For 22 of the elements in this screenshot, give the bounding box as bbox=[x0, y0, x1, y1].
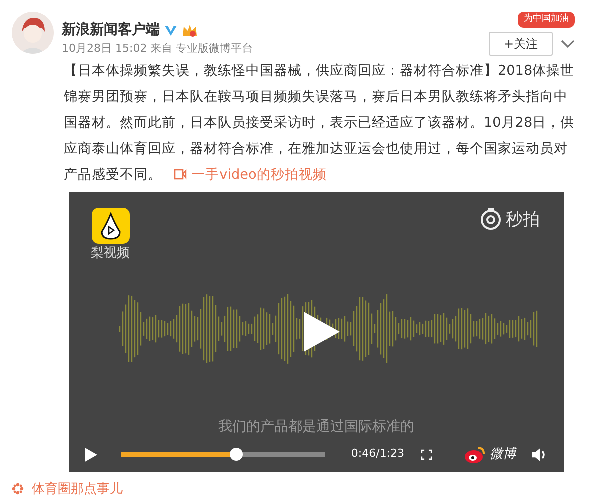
weibo-logo-icon bbox=[464, 446, 486, 464]
video-subtitle: 我们的产品都是通过国际标准的 bbox=[218, 418, 414, 434]
camera-icon bbox=[480, 208, 502, 230]
watermark: 秒拍 bbox=[506, 208, 540, 232]
pear-logo-icon bbox=[92, 208, 130, 244]
play-icon[interactable] bbox=[302, 310, 342, 354]
crown-icon bbox=[182, 24, 198, 38]
post-meta: 10月28日 15:02 来自 专业版微博平台 bbox=[62, 41, 254, 57]
post-text: 【日本体操频繁失误，教练怪中国器械，供应商回应：器材符合标准】2018体操世锦赛男团预赛，日本队在鞍马项目频频失误落马，赛后日本男队教练将矛头指向中国器材。然而此前，日本队员接受采访时，表示已经适应了该器材。10月28日，供应商泰山体育回应，器材符合标准，在雅加达亚运会也使用过，每个国家运动员对产品感受不同。 一手video的秒拍视频 bbox=[63, 62, 575, 184]
author-name[interactable]: 新浪新闻客户端 bbox=[62, 20, 160, 41]
time-display: 0:46/1:23 bbox=[351, 446, 405, 462]
play-icon[interactable] bbox=[85, 446, 98, 462]
channel-label: 梨视频 bbox=[91, 244, 130, 262]
follow-button[interactable]: +关注 bbox=[488, 32, 553, 56]
video-icon bbox=[174, 168, 188, 180]
brand-label: 微博 bbox=[490, 446, 516, 464]
chevron-down-icon[interactable] bbox=[561, 38, 575, 48]
flower-icon bbox=[12, 483, 24, 496]
progress-thumb[interactable] bbox=[230, 448, 243, 461]
event-banner: 为中国加油 bbox=[518, 12, 575, 28]
fullscreen-icon[interactable] bbox=[420, 448, 432, 460]
video-player[interactable]: 梨视频 秒拍 我们的产品都是通过国际标准的 0:46/1:23 微博 bbox=[69, 192, 564, 472]
